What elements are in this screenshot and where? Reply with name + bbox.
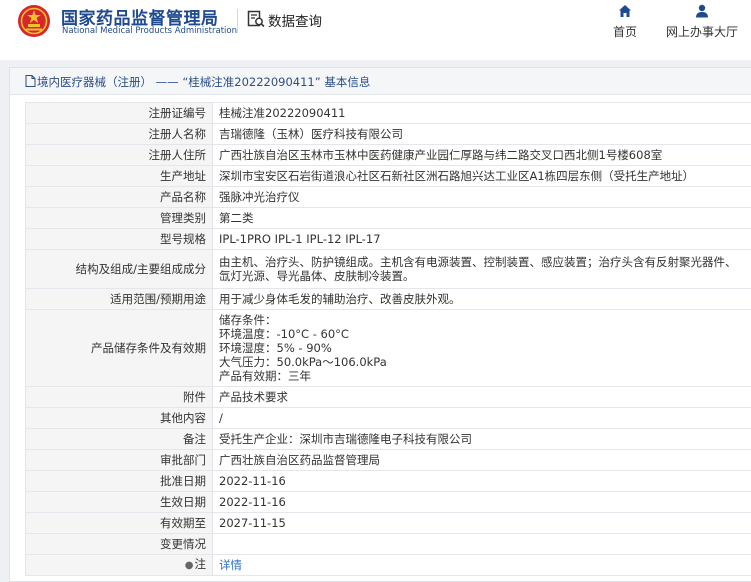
field-value: 由主机、治疗头、防护镜组成。主机含有电源装置、控制装置、感应装置；治疗头含有反射… [212, 249, 751, 289]
table-row: 型号规格 IPL-1PRO IPL-1 IPL-12 IPL-17 [25, 228, 751, 250]
content-area: 境内医疗器械（注册） —— “桂械注准20222090411” 基本信息 注册证… [0, 60, 751, 582]
storage-line: 大气压力：50.0kPa～106.0kPa [219, 355, 387, 369]
field-label: 生产地址 [25, 165, 213, 187]
field-value: 产品技术要求 [212, 386, 751, 408]
field-label: 注册人名称 [25, 123, 213, 145]
site-header: 国家药品监督管理局 National Medical Products Admi… [0, 0, 751, 60]
storage-line: 产品有效期：三年 [219, 369, 311, 383]
field-value: IPL-1PRO IPL-1 IPL-12 IPL-17 [212, 228, 751, 250]
home-icon [619, 5, 631, 17]
field-value: 深圳市宝安区石岩街道浪心社区石新社区洲石路旭兴达工业区A1栋四层东侧（受托生产地… [212, 165, 751, 187]
table-row: 适用范围/预期用途 用于减少身体毛发的辅助治疗、改善皮肤外观。 [25, 288, 751, 310]
field-label: 管理类别 [25, 207, 213, 229]
field-label: 结构及组成/主要组成成分 [25, 249, 213, 289]
field-value: / [212, 407, 751, 429]
data-query-icon[interactable] [247, 10, 265, 28]
field-label: 批准日期 [25, 470, 213, 492]
field-value: 吉瑞德隆（玉林）医疗科技有限公司 [212, 123, 751, 145]
field-label: 注册证编号 [25, 102, 213, 124]
field-label: 注册人住所 [25, 144, 213, 166]
field-label: 注 [194, 557, 207, 571]
field-value: 第二类 [212, 207, 751, 229]
table-row: 结构及组成/主要组成成分 由主机、治疗头、防护镜组成。主机含有电源装置、控制装置… [25, 249, 751, 289]
field-label: 产品名称 [25, 186, 213, 208]
table-row: 注册证编号 桂械注准20222090411 [25, 102, 751, 124]
nav-online-office-label: 网上办事大厅 [665, 25, 738, 39]
field-value: 强脉冲光治疗仪 [212, 186, 751, 208]
table-row: 注册人名称 吉瑞德隆（玉林）医疗科技有限公司 [25, 123, 751, 145]
breadcrumb-record: “桂械注准20222090411” [182, 75, 321, 89]
pin-icon: ● [184, 560, 194, 571]
breadcrumb-category[interactable]: 境内医疗器械（注册） [37, 75, 152, 89]
table-row: 产品名称 强脉冲光治疗仪 [25, 186, 751, 208]
data-query-link[interactable]: 数据查询 [268, 10, 322, 30]
field-label: 产品储存条件及有效期 [25, 309, 213, 387]
field-value: 2027-11-15 [212, 512, 751, 534]
field-label: 备注 [25, 428, 213, 450]
nav-home-button[interactable]: 首页 [608, 4, 642, 40]
breadcrumb: 境内医疗器械（注册） —— “桂械注准20222090411” 基本信息 [10, 68, 751, 95]
table-row: 管理类别 第二类 [25, 207, 751, 229]
field-label: 附件 [25, 386, 213, 408]
field-value: 用于减少身体毛发的辅助治疗、改善皮肤外观。 [212, 288, 751, 310]
table-row: 审批部门 广西壮族自治区药品监督管理局 [25, 449, 751, 471]
table-row: 附件 产品技术要求 [25, 386, 751, 408]
field-value: 桂械注准20222090411 [212, 102, 751, 124]
storage-line: 环境湿度：5% - 90% [219, 341, 332, 355]
field-value [212, 533, 751, 555]
storage-value: 储存条件： 环境温度：-10°C - 60°C 环境湿度：5% - 90% 大气… [212, 309, 751, 387]
field-label: 变更情况 [25, 533, 213, 555]
table-row: ●注 详情 [25, 554, 751, 576]
field-label: 有效期至 [25, 512, 213, 534]
field-value: 广西壮族自治区药品监督管理局 [212, 449, 751, 471]
table-row: 产品储存条件及有效期 储存条件： 环境温度：-10°C - 60°C 环境湿度：… [25, 309, 751, 387]
storage-line: 环境温度：-10°C - 60°C [219, 327, 349, 341]
breadcrumb-text: 境内医疗器械（注册） —— “桂械注准20222090411” 基本信息 [37, 74, 370, 90]
document-icon [25, 75, 36, 87]
field-value: 2022-11-16 [212, 491, 751, 513]
field-label: 其他内容 [25, 407, 213, 429]
user-icon [696, 4, 708, 18]
table-row: 其他内容 / [25, 407, 751, 429]
nav-home-label: 首页 [612, 25, 637, 39]
field-label: 适用范围/预期用途 [25, 288, 213, 310]
breadcrumb-suffix: 基本信息 [320, 75, 371, 89]
note-label-cell: ●注 [25, 554, 213, 576]
field-value: 2022-11-16 [212, 470, 751, 492]
field-label: 审批部门 [25, 449, 213, 471]
national-emblem-icon [18, 5, 50, 37]
table-row: 生产地址 深圳市宝安区石岩街道浪心社区石新社区洲石路旭兴达工业区A1栋四层东侧（… [25, 165, 751, 187]
details-link[interactable]: 详情 [219, 558, 242, 572]
nav-online-office-button[interactable]: 网上办事大厅 [662, 4, 742, 40]
note-value-cell: 详情 [212, 554, 751, 576]
storage-line: 储存条件： [219, 313, 277, 327]
table-row: 注册人住所 广西壮族自治区玉林市玉林中医药健康产业园仁厚路与纬二路交叉口西北侧1… [25, 144, 751, 166]
header-divider [237, 9, 238, 33]
detail-panel: 境内医疗器械（注册） —— “桂械注准20222090411” 基本信息 注册证… [9, 67, 751, 582]
field-label: 生效日期 [25, 491, 213, 513]
registration-info-table: 注册证编号 桂械注准20222090411 注册人名称 吉瑞德隆（玉林）医疗科技… [25, 102, 751, 576]
field-label: 型号规格 [25, 228, 213, 250]
table-row: 有效期至 2027-11-15 [25, 512, 751, 534]
breadcrumb-separator: —— [152, 75, 183, 89]
table-row: 备注 受托生产企业：深圳市吉瑞德隆电子科技有限公司 [25, 428, 751, 450]
table-row: 变更情况 [25, 533, 751, 555]
table-row: 批准日期 2022-11-16 [25, 470, 751, 492]
field-value: 受托生产企业：深圳市吉瑞德隆电子科技有限公司 [212, 428, 751, 450]
field-value: 广西壮族自治区玉林市玉林中医药健康产业园仁厚路与纬二路交叉口西北侧1号楼608室 [212, 144, 751, 166]
table-row: 生效日期 2022-11-16 [25, 491, 751, 513]
agency-name-en: National Medical Products Administration [62, 26, 237, 36]
